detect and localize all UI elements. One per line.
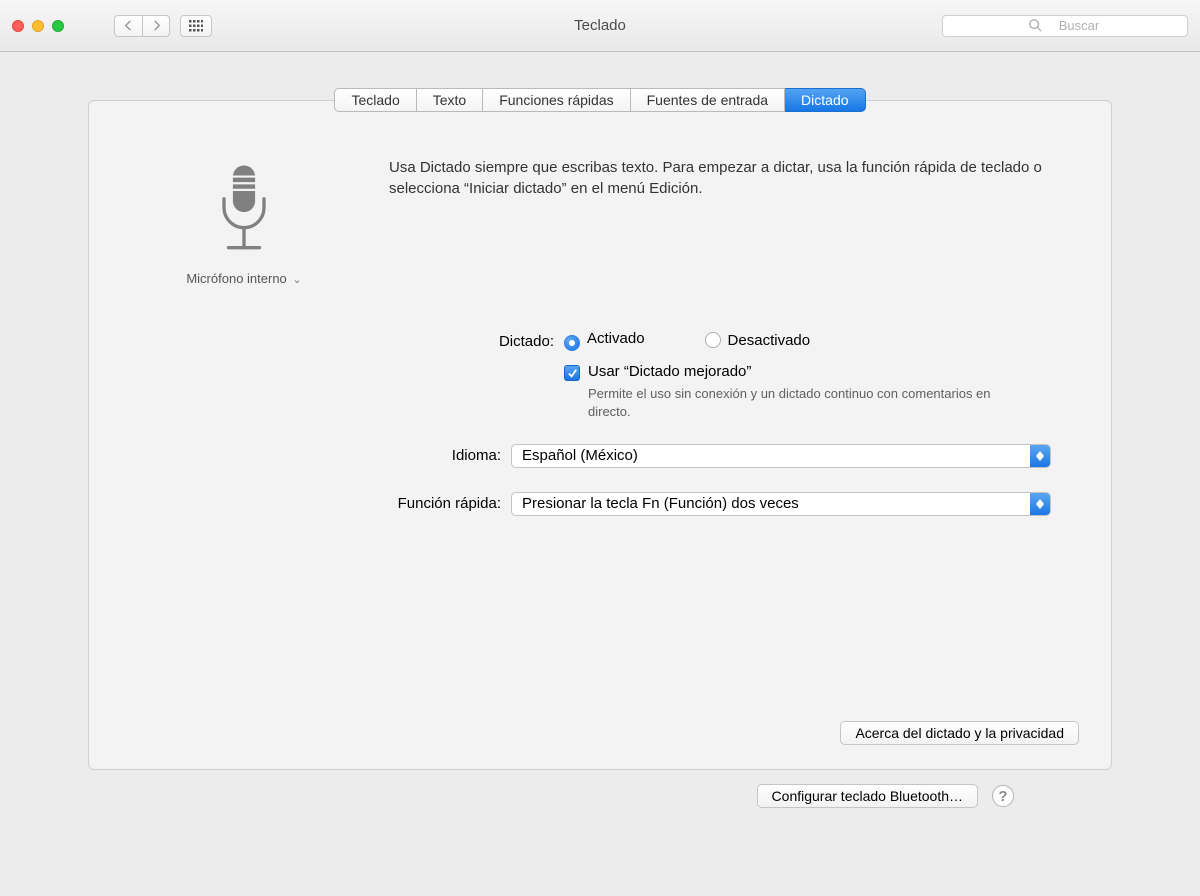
enhanced-label: Usar “Dictado mejorado” <box>588 363 1028 380</box>
minimize-button[interactable] <box>32 20 44 32</box>
microphone-icon <box>208 161 280 261</box>
dictation-label: Dictado: <box>149 330 564 350</box>
updown-icon <box>1030 445 1050 467</box>
language-select[interactable]: Español (México) <box>511 444 1051 468</box>
shortcut-value: Presionar la tecla Fn (Función) dos vece… <box>512 493 1030 515</box>
chevron-down-icon: ⌄ <box>292 274 301 286</box>
tab-teclado[interactable]: Teclado <box>334 88 416 112</box>
about-privacy-button[interactable]: Acerca del dictado y la privacidad <box>840 721 1079 745</box>
dictation-description: Usa Dictado siempre que escribas texto. … <box>389 157 1051 286</box>
enhanced-description: Permite el uso sin conexión y un dictado… <box>588 385 1028 420</box>
radio-off-icon <box>705 332 721 348</box>
tab-fuentes[interactable]: Fuentes de entrada <box>631 88 785 112</box>
shortcut-select[interactable]: Presionar la tecla Fn (Función) dos vece… <box>511 492 1051 516</box>
search-input[interactable] <box>942 15 1188 37</box>
tab-bar: Teclado Texto Funciones rápidas Fuentes … <box>334 88 865 112</box>
shortcut-label: Función rápida: <box>149 492 511 512</box>
language-value: Español (México) <box>512 445 1030 467</box>
microphone-selector[interactable]: Micrófono interno ⌄ <box>149 157 339 286</box>
updown-icon <box>1030 493 1050 515</box>
show-all-button[interactable] <box>180 15 212 37</box>
radio-deactivated[interactable]: Desactivado <box>705 332 811 349</box>
tab-funciones[interactable]: Funciones rápidas <box>483 88 630 112</box>
help-button[interactable]: ? <box>992 785 1014 807</box>
nav-segment <box>114 15 170 37</box>
window-toolbar: Teclado <box>0 0 1200 52</box>
close-button[interactable] <box>12 20 24 32</box>
microphone-label: Micrófono interno <box>186 271 286 286</box>
tab-texto[interactable]: Texto <box>417 88 483 112</box>
settings-pane: Micrófono interno ⌄ Usa Dictado siempre … <box>88 100 1112 770</box>
zoom-button[interactable] <box>52 20 64 32</box>
tab-dictado[interactable]: Dictado <box>785 88 865 112</box>
bluetooth-keyboard-button[interactable]: Configurar teclado Bluetooth… <box>757 784 978 808</box>
back-button[interactable] <box>114 15 142 37</box>
traffic-lights <box>12 20 64 32</box>
checkbox-enhanced[interactable] <box>564 365 580 381</box>
radio-on-icon <box>564 335 580 351</box>
search-wrap <box>942 15 1188 37</box>
language-label: Idioma: <box>149 444 511 464</box>
forward-button[interactable] <box>142 15 170 37</box>
radio-activated[interactable]: Activado <box>564 330 645 351</box>
